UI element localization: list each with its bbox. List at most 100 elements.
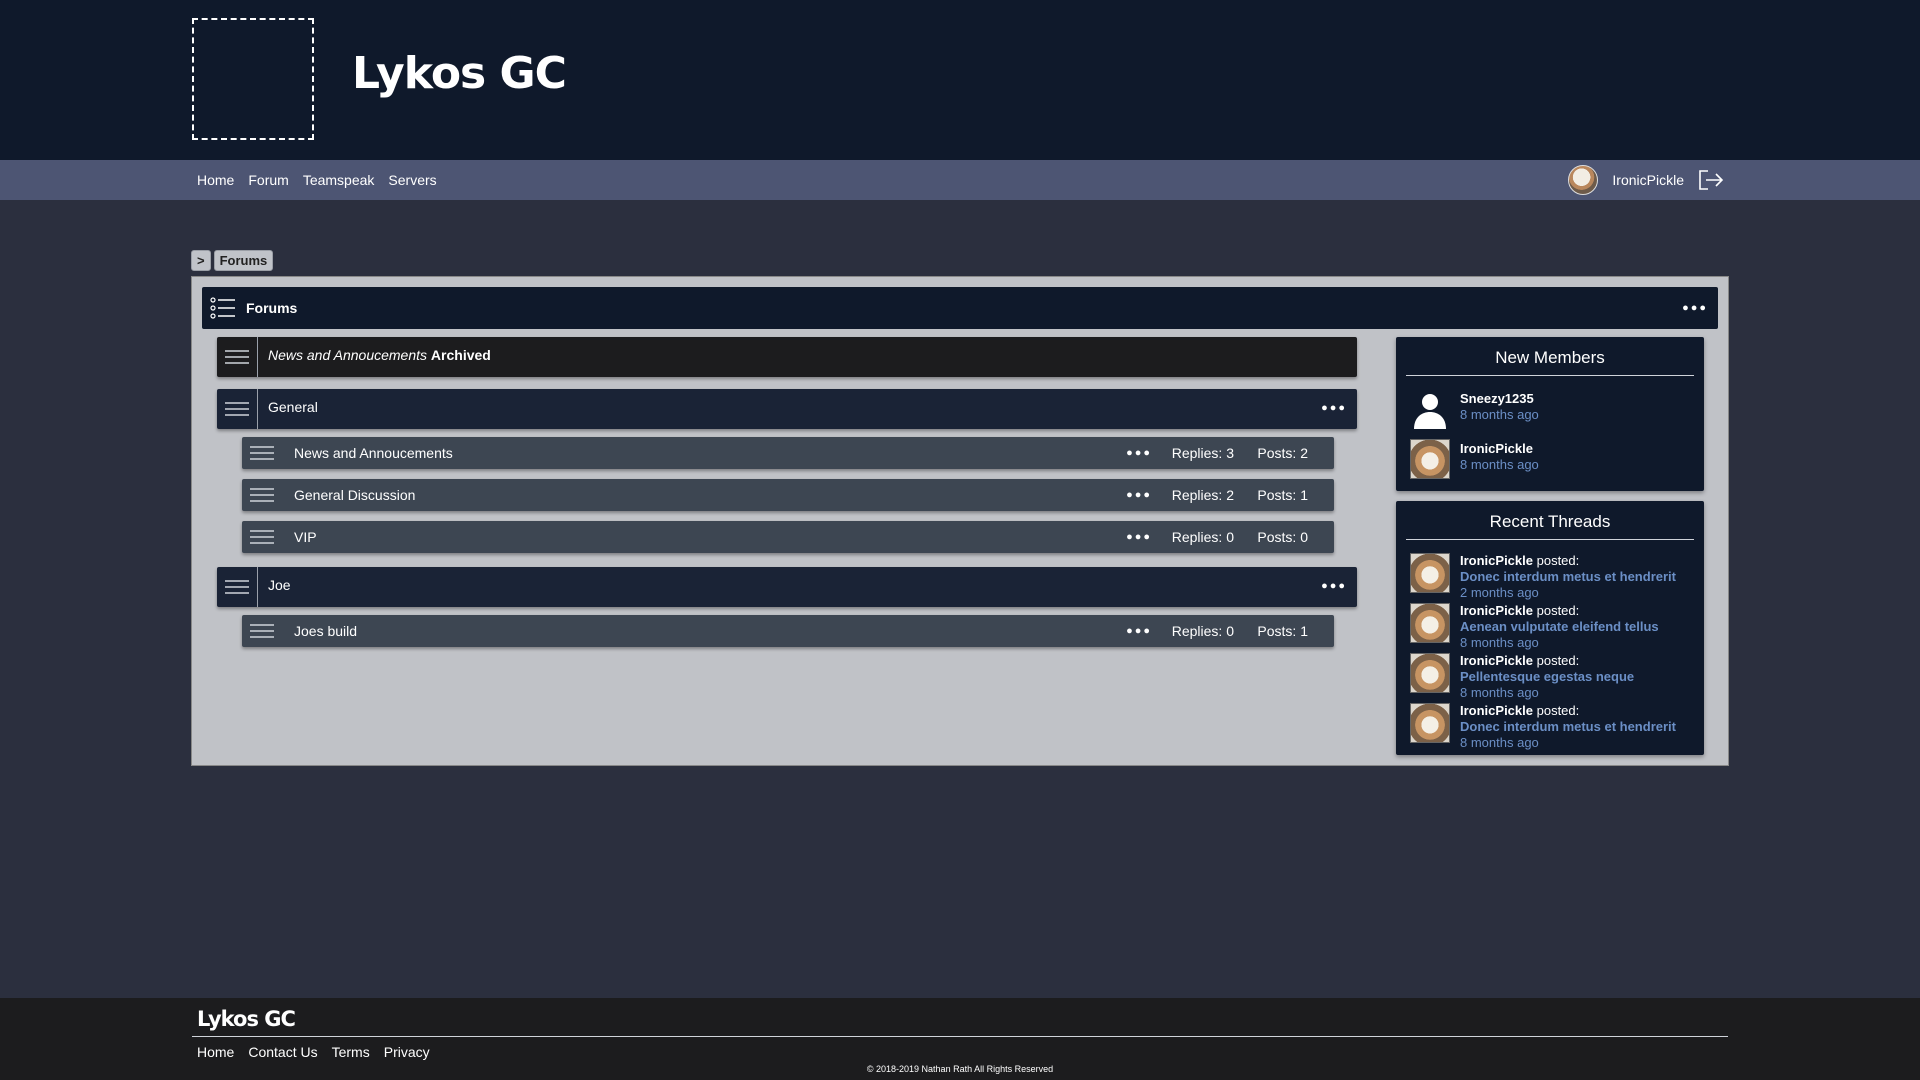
forum-category-joe[interactable]: Joe ●●● [217, 567, 1357, 607]
site-footer: Lykos GC Home Contact Us Terms Privacy ©… [0, 998, 1920, 1080]
nav-link-teamspeak[interactable]: Teamspeak [303, 172, 375, 188]
breadcrumb: > Forums [191, 250, 276, 271]
posts-count: Posts: 1 [1257, 487, 1308, 503]
footer-link-privacy[interactable]: Privacy [384, 1044, 430, 1060]
more-options-icon[interactable]: ●●● [1321, 402, 1347, 414]
footer-link-terms[interactable]: Terms [332, 1044, 370, 1060]
footer-divider [192, 1036, 1728, 1037]
nav-link-servers[interactable]: Servers [388, 172, 436, 188]
member-item[interactable]: Sneezy1235 8 months ago [1410, 389, 1690, 431]
forums-panel: Forums ●●● News and Annoucements Archive… [191, 276, 1729, 766]
breadcrumb-arrow[interactable]: > [191, 250, 211, 271]
subforum-row[interactable]: Joes build ●●● Replies: 0 Posts: 1 [242, 615, 1334, 647]
breadcrumb-forums[interactable]: Forums [213, 250, 274, 271]
thread-time: 8 months ago [1460, 635, 1539, 650]
drag-handle-icon[interactable] [242, 521, 282, 553]
recent-threads-title: Recent Threads [1406, 501, 1694, 540]
drag-handle-icon[interactable] [217, 337, 258, 377]
footer-links: Home Contact Us Terms Privacy [197, 1044, 444, 1060]
drag-handle-icon[interactable] [217, 567, 258, 607]
replies-count: Replies: 0 [1171, 623, 1234, 639]
replies-count: Replies: 2 [1171, 487, 1234, 503]
more-options-icon[interactable]: ●●● [1126, 625, 1152, 637]
thread-title-link[interactable]: Donec interdum metus et hendrerit [1460, 569, 1676, 584]
replies-count: Replies: 3 [1171, 445, 1234, 461]
list-icon [210, 297, 235, 319]
poster-name[interactable]: IronicPickle [1460, 653, 1533, 668]
drag-handle-icon[interactable] [242, 479, 282, 511]
thread-poster: IronicPickle posted: [1460, 653, 1579, 668]
posted-label: posted: [1536, 603, 1580, 618]
category-label[interactable]: News and Annoucements Archived [268, 347, 491, 363]
poster-avatar [1410, 603, 1450, 643]
forums-header: Forums ●●● [202, 287, 1718, 329]
subforum-label[interactable]: General Discussion [294, 487, 415, 503]
nav-bar: Home Forum Teamspeak Servers IronicPickl… [0, 160, 1920, 200]
new-members-box: New Members Sneezy1235 8 months ago Iron… [1396, 337, 1704, 491]
more-options-icon[interactable]: ●●● [1126, 531, 1152, 543]
site-title[interactable]: Lykos GC [352, 48, 567, 99]
poster-avatar [1410, 653, 1450, 693]
subforum-row[interactable]: News and Annoucements ●●● Replies: 3 Pos… [242, 437, 1334, 469]
thread-poster: IronicPickle posted: [1460, 603, 1579, 618]
site-header: Lykos GC [0, 0, 1920, 160]
subforum-row[interactable]: VIP ●●● Replies: 0 Posts: 0 [242, 521, 1334, 553]
subforum-label[interactable]: News and Annoucements [294, 445, 453, 461]
site-logo-placeholder[interactable] [192, 18, 314, 140]
subforum-row[interactable]: General Discussion ●●● Replies: 2 Posts:… [242, 479, 1334, 511]
nav-link-forum[interactable]: Forum [248, 172, 288, 188]
thread-title-link[interactable]: Aenean vulputate eleifend tellus [1460, 619, 1659, 634]
thread-item[interactable]: IronicPickle posted: Donec interdum metu… [1410, 703, 1700, 753]
thread-time: 8 months ago [1460, 735, 1539, 750]
category-label[interactable]: Joe [268, 577, 291, 593]
thread-poster: IronicPickle posted: [1460, 703, 1579, 718]
drag-handle-icon[interactable] [242, 437, 282, 469]
footer-title: Lykos GC [197, 1007, 296, 1031]
more-options-icon[interactable]: ●●● [1126, 447, 1152, 459]
nav-link-home[interactable]: Home [197, 172, 234, 188]
posted-label: posted: [1536, 553, 1580, 568]
thread-poster: IronicPickle posted: [1460, 553, 1579, 568]
member-name[interactable]: IronicPickle [1460, 441, 1533, 456]
poster-name[interactable]: IronicPickle [1460, 603, 1533, 618]
thread-item[interactable]: IronicPickle posted: Donec interdum metu… [1410, 553, 1700, 603]
drag-handle-icon[interactable] [217, 389, 258, 429]
footer-link-home[interactable]: Home [197, 1044, 234, 1060]
member-joined-time: 8 months ago [1460, 407, 1539, 422]
thread-item[interactable]: IronicPickle posted: Aenean vulputate el… [1410, 603, 1700, 653]
user-area: IronicPickle [1568, 160, 1724, 200]
recent-threads-box: Recent Threads IronicPickle posted: Done… [1396, 501, 1704, 755]
more-options-icon[interactable]: ●●● [1321, 580, 1347, 592]
thread-title-link[interactable]: Donec interdum metus et hendrerit [1460, 719, 1676, 734]
poster-avatar [1410, 553, 1450, 593]
new-members-title: New Members [1406, 337, 1694, 376]
archived-title: News and Annoucements [268, 347, 428, 363]
poster-name[interactable]: IronicPickle [1460, 553, 1533, 568]
more-options-icon[interactable]: ●●● [1682, 302, 1708, 314]
default-user-icon [1414, 394, 1446, 429]
footer-link-contact[interactable]: Contact Us [248, 1044, 317, 1060]
category-label[interactable]: General [268, 399, 318, 415]
posts-count: Posts: 2 [1257, 445, 1308, 461]
poster-name[interactable]: IronicPickle [1460, 703, 1533, 718]
copyright-text: © 2018-2019 Nathan Rath All Rights Reser… [866, 1064, 1054, 1074]
more-options-icon[interactable]: ●●● [1126, 489, 1152, 501]
forums-title: Forums [246, 300, 298, 316]
posted-label: posted: [1536, 653, 1580, 668]
thread-item[interactable]: IronicPickle posted: Pellentesque egesta… [1410, 653, 1700, 703]
member-joined-time: 8 months ago [1460, 457, 1539, 472]
user-avatar[interactable] [1568, 165, 1599, 195]
drag-handle-icon[interactable] [242, 615, 282, 647]
member-item[interactable]: IronicPickle 8 months ago [1410, 439, 1690, 481]
subforum-label[interactable]: Joes build [294, 623, 357, 639]
forum-category-archived[interactable]: News and Annoucements Archived [217, 337, 1357, 377]
subforum-label[interactable]: VIP [294, 529, 317, 545]
thread-title-link[interactable]: Pellentesque egestas neque [1460, 669, 1634, 684]
user-name[interactable]: IronicPickle [1612, 172, 1684, 188]
forum-category-general[interactable]: General ●●● [217, 389, 1357, 429]
posted-label: posted: [1536, 703, 1580, 718]
posts-count: Posts: 1 [1257, 623, 1308, 639]
logout-icon[interactable] [1698, 169, 1724, 191]
nav-links: Home Forum Teamspeak Servers [197, 160, 451, 200]
member-name[interactable]: Sneezy1235 [1460, 391, 1534, 406]
